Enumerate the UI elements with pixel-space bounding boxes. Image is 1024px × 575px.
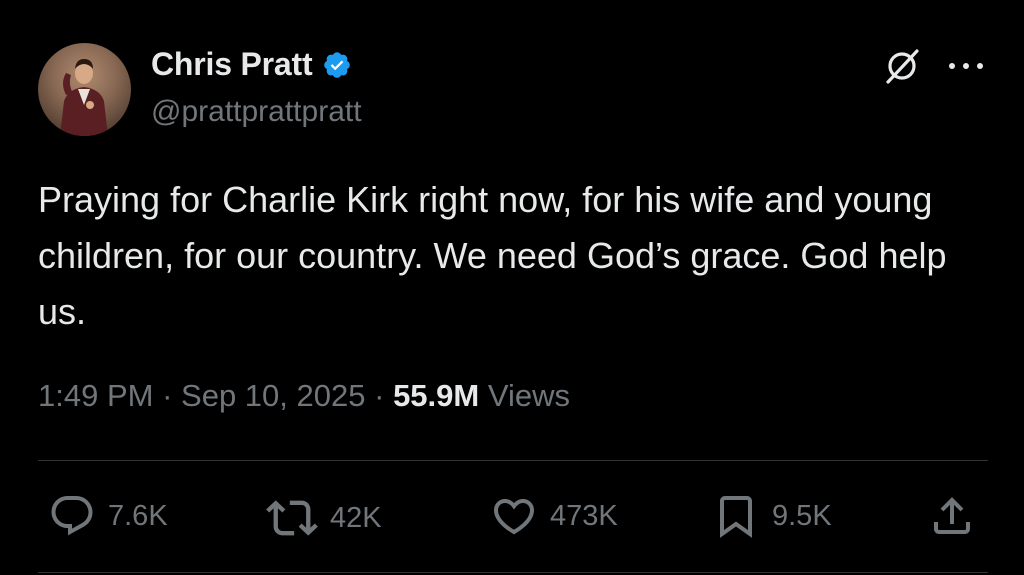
author-display-name[interactable]: Chris Pratt (151, 46, 313, 83)
tweet-text: Praying for Charlie Kirk right now, for … (38, 179, 947, 332)
more-options-icon[interactable] (944, 58, 988, 74)
repost-button[interactable]: 42K (266, 492, 382, 544)
grok-icon[interactable] (880, 44, 924, 88)
share-icon (934, 497, 970, 534)
views-label: Views (487, 378, 570, 413)
verified-badge-icon[interactable] (322, 50, 352, 80)
repost-icon (266, 500, 318, 536)
avatar-image (60, 59, 108, 136)
bookmark-icon (720, 496, 752, 538)
share-button[interactable] (928, 492, 976, 540)
views-count[interactable]: 55.9M (393, 378, 479, 413)
reply-button[interactable]: 7.6K (48, 492, 168, 540)
bookmark-count: 9.5K (772, 499, 832, 532)
tweet-meta: 1:49 PM · Sep 10, 2025 · 55.9M Views (38, 378, 570, 414)
avatar[interactable] (38, 43, 131, 136)
repost-count: 42K (330, 501, 382, 534)
author-handle[interactable]: @prattprattpratt (151, 95, 362, 129)
tweet-card: Chris Pratt @prattprattpratt Praying for… (0, 0, 1024, 575)
like-count: 473K (550, 499, 618, 532)
reply-count: 7.6K (108, 499, 168, 532)
action-bar: 7.6K 42K 473K 9.5K (0, 492, 1024, 544)
author-name-row: Chris Pratt (151, 46, 352, 83)
divider (38, 460, 988, 461)
bookmark-button[interactable]: 9.5K (712, 492, 832, 540)
meta-separator: · (162, 378, 173, 413)
tweet-date[interactable]: Sep 10, 2025 (181, 378, 365, 413)
like-button[interactable]: 473K (490, 492, 618, 540)
reply-icon (51, 496, 93, 536)
meta-separator: · (374, 378, 385, 413)
heart-icon (493, 499, 535, 535)
tweet-time[interactable]: 1:49 PM (38, 378, 153, 413)
divider (38, 572, 988, 573)
